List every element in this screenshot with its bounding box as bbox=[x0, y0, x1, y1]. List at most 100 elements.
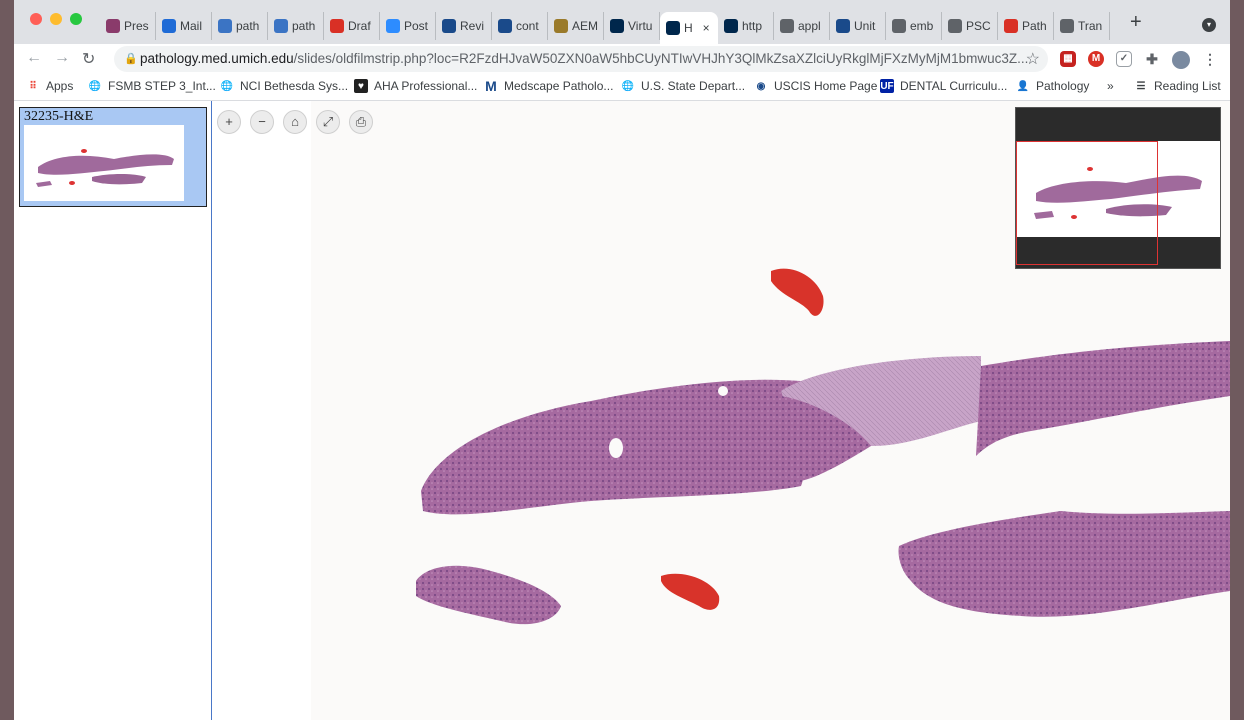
filmstrip-thumbnail[interactable]: 32235-H&E bbox=[19, 107, 207, 207]
browser-menu-icon[interactable]: ⋮ bbox=[1202, 51, 1218, 67]
medscape-icon: M bbox=[485, 78, 497, 94]
tab-0[interactable]: Pres bbox=[100, 12, 156, 40]
tab-7[interactable]: cont bbox=[492, 12, 548, 40]
folder-icon bbox=[554, 19, 568, 33]
tab-label: Pres bbox=[124, 19, 149, 33]
tab-1[interactable]: Mail bbox=[156, 12, 212, 40]
navigator-minimap[interactable] bbox=[1015, 107, 1221, 269]
address-bar[interactable]: 🔒 pathology.med.umich.edu/slides/oldfilm… bbox=[114, 46, 1048, 72]
slide-viewer[interactable]: + − ⌂ ⤢ ⎙ bbox=[211, 101, 1230, 720]
reading-list-icon: ☰ bbox=[1136, 80, 1146, 92]
tab-label: Post bbox=[404, 19, 429, 33]
bookmark-state-dept[interactable]: 🌐 U.S. State Depart... bbox=[621, 79, 745, 93]
google-icon bbox=[780, 19, 794, 33]
bookmarks-overflow-button[interactable]: » bbox=[1107, 79, 1114, 93]
tab-10[interactable]: H × bbox=[660, 12, 718, 44]
tab-2[interactable]: path bbox=[212, 12, 268, 40]
umich-icon bbox=[666, 21, 680, 35]
tab-label: cont bbox=[516, 19, 539, 33]
tab-label: Path bbox=[1022, 19, 1047, 33]
tab-8[interactable]: AEM bbox=[548, 12, 604, 40]
tab-5[interactable]: Post bbox=[380, 12, 436, 40]
slide-thumbnail-image[interactable] bbox=[24, 125, 184, 201]
outlook-icon bbox=[162, 19, 176, 33]
reading-list-button[interactable]: ☰ Reading List bbox=[1134, 79, 1221, 93]
tab-label: Revi bbox=[460, 19, 485, 33]
tab-15[interactable]: PSC bbox=[942, 12, 998, 40]
back-icon[interactable]: ← bbox=[26, 49, 42, 67]
globe-icon: 🌐 bbox=[621, 80, 635, 92]
bookmark-star-icon[interactable]: ☆ bbox=[1026, 49, 1040, 69]
tab-label: path bbox=[292, 19, 316, 33]
browser-window: Pres Mail path path Draf Post Revi cont AEM Virtu… bbox=[14, 0, 1230, 720]
profile-avatar[interactable] bbox=[1172, 51, 1190, 69]
globe-icon bbox=[1060, 19, 1074, 33]
bookmark-uscis[interactable]: ◉ USCIS Home Page bbox=[754, 79, 878, 93]
bookmark-apps[interactable]: ⠿ Apps bbox=[26, 79, 73, 93]
close-window-button[interactable] bbox=[30, 13, 42, 25]
bookmark-medscape[interactable]: M Medscape Patholo... bbox=[484, 78, 613, 94]
tab-4[interactable]: Draf bbox=[324, 12, 380, 40]
viewport-indicator[interactable] bbox=[1016, 141, 1158, 265]
google-icon bbox=[892, 19, 906, 33]
bookmark-aha[interactable]: ♥ AHA Professional... bbox=[354, 79, 477, 93]
minimize-window-button[interactable] bbox=[50, 13, 62, 25]
close-tab-icon[interactable]: × bbox=[703, 21, 710, 35]
slides-icon bbox=[106, 19, 120, 33]
tab-11[interactable]: http bbox=[718, 12, 774, 40]
tab-17[interactable]: Tran bbox=[1054, 12, 1110, 40]
globe-icon: 🌐 bbox=[220, 80, 234, 92]
forward-icon[interactable]: → bbox=[54, 49, 70, 67]
tab-label: emb bbox=[910, 19, 934, 33]
new-tab-button[interactable]: + bbox=[1130, 12, 1142, 32]
umich-icon bbox=[610, 19, 624, 33]
gmail-icon bbox=[330, 19, 344, 33]
extensions-puzzle-icon[interactable]: ✚ bbox=[1144, 51, 1160, 67]
tab-label: H bbox=[684, 21, 693, 35]
apps-grid-icon: ⠿ bbox=[29, 80, 37, 92]
tab-12[interactable]: appl bbox=[774, 12, 830, 40]
google-icon bbox=[948, 19, 962, 33]
journal-icon bbox=[836, 19, 850, 33]
aha-icon: ♥ bbox=[354, 79, 368, 93]
panel-divider[interactable] bbox=[211, 101, 212, 720]
tab-3[interactable]: path bbox=[268, 12, 324, 40]
window-controls bbox=[30, 13, 82, 25]
globe-icon: 🌐 bbox=[88, 80, 102, 92]
tab-label: Unit bbox=[854, 19, 876, 33]
tab-9[interactable]: Virtu bbox=[604, 12, 660, 40]
bookmark-dental[interactable]: UF DENTAL Curriculu... bbox=[880, 79, 1007, 93]
bookmark-fsmb[interactable]: 🌐 FSMB STEP 3_Int... bbox=[88, 79, 216, 93]
lock-icon: 🔒 bbox=[124, 53, 138, 65]
tab-label: http bbox=[742, 19, 763, 33]
slide-viewer-icon bbox=[218, 19, 232, 33]
extension-m-icon[interactable]: M bbox=[1088, 51, 1104, 67]
tab-search-icon[interactable]: ▾ bbox=[1202, 18, 1216, 32]
slide-viewer-icon bbox=[274, 19, 288, 33]
reload-icon[interactable]: ↻ bbox=[82, 49, 95, 69]
tab-label: path bbox=[236, 19, 260, 33]
tab-13[interactable]: Unit bbox=[830, 12, 886, 40]
journal-icon bbox=[498, 19, 512, 33]
tab-label: Draf bbox=[348, 19, 371, 33]
tab-label: Mail bbox=[180, 19, 203, 33]
extension-red-icon[interactable]: ▦ bbox=[1060, 51, 1076, 67]
zoom-window-button[interactable] bbox=[70, 13, 82, 25]
pathology-icon bbox=[1004, 19, 1018, 33]
bookmark-nci[interactable]: 🌐 NCI Bethesda Sys... bbox=[220, 79, 348, 93]
tab-strip: Pres Mail path path Draf Post Revi cont AEM Virtu… bbox=[14, 0, 1230, 44]
tab-label: appl bbox=[798, 19, 821, 33]
tab-16[interactable]: Path bbox=[998, 12, 1054, 40]
zoom-icon bbox=[386, 19, 400, 33]
page-content: 32235-H&E + − ⌂ ⤢ ⎙ bbox=[14, 101, 1230, 720]
person-icon: 👤 bbox=[1016, 80, 1030, 92]
uf-icon: UF bbox=[880, 79, 894, 93]
browser-toolbar: ← → ↻ 🔒 pathology.med.umich.edu/slides/o… bbox=[14, 44, 1230, 74]
tabs: Pres Mail path path Draf Post Revi cont AEM Virtu… bbox=[100, 8, 1110, 44]
tab-14[interactable]: emb bbox=[886, 12, 942, 40]
tab-6[interactable]: Revi bbox=[436, 12, 492, 40]
shield-icon[interactable]: ✓ bbox=[1116, 51, 1132, 67]
tab-label: Tran bbox=[1078, 19, 1103, 33]
bookmark-pathology[interactable]: 👤 Pathology bbox=[1016, 79, 1090, 93]
bookmarks-bar: ⠿ Apps 🌐 FSMB STEP 3_Int... 🌐 NCI Bethes… bbox=[14, 74, 1230, 101]
